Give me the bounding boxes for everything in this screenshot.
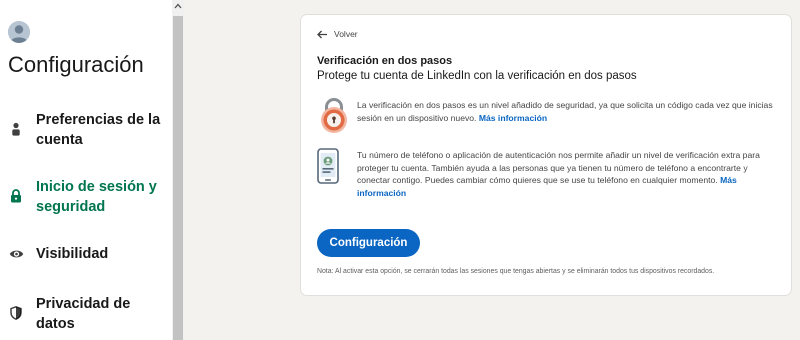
sidebar-scrollbar[interactable] [172,0,184,340]
learn-more-link[interactable]: Más información [479,113,547,123]
back-link[interactable]: Volver [317,29,358,39]
info-description: Tu número de teléfono o aplicación de au… [357,150,760,186]
info-text: La verificación en dos pasos es un nivel… [357,99,782,124]
back-label: Volver [334,29,358,39]
activation-note: Nota: Al activar esta opción, se cerrará… [317,268,715,275]
page-title: Configuración [8,52,144,77]
card-title: Verificación en dos pasos [317,55,453,67]
info-description: La verificación en dos pasos es un nivel… [357,100,773,123]
info-text: Tu número de teléfono o aplicación de au… [357,149,782,199]
two-step-verification-card: Volver Verificación en dos pasos Protege… [301,15,791,295]
scrollbar-thumb[interactable] [173,16,183,340]
person-icon [8,121,24,137]
sidebar-item-label: Preferencias de la cuenta [36,112,161,148]
card-subtitle: Protege tu cuenta de LinkedIn con la ver… [317,70,637,82]
arrow-left-icon [317,30,327,38]
lock-icon [8,188,24,204]
sidebar-item-label: Inicio de sesión y seguridad [36,179,157,215]
padlock-icon [317,96,351,141]
sidebar-item-label: Visibilidad [36,246,109,262]
setup-button[interactable]: Configuración [317,229,420,257]
phone-icon [317,148,339,189]
avatar[interactable] [8,21,30,43]
settings-sidebar: Configuración Preferencias de la cuenta … [0,0,172,340]
scroll-up-arrow-icon[interactable] [172,0,184,12]
sidebar-item-label: Privacidad de datos [36,296,131,332]
shield-icon [8,305,24,321]
eye-icon [8,246,24,262]
